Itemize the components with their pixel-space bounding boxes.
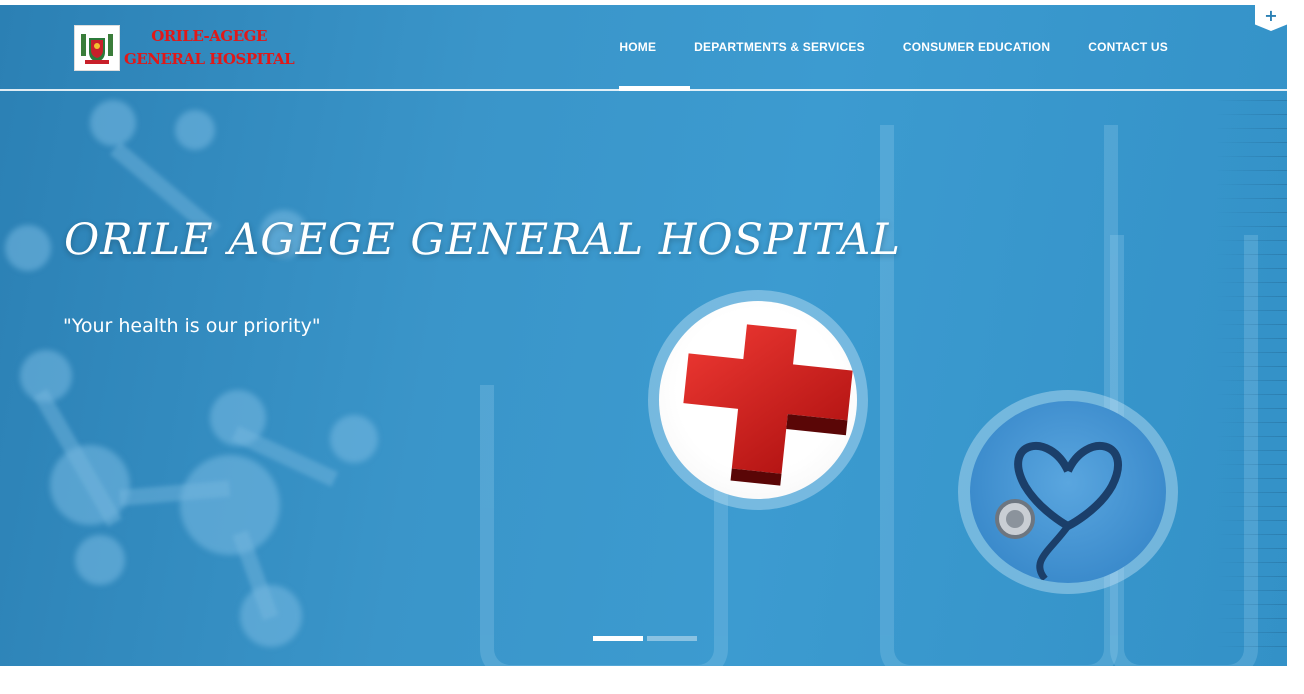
site-logo[interactable]: ORILE-AGEGE GENERAL HOSPITAL: [74, 25, 295, 71]
lagos-crest-icon: [74, 25, 120, 71]
red-cross-image: [648, 290, 868, 510]
stethoscope-icon: [970, 401, 1166, 583]
logo-line-1: ORILE-AGEGE: [151, 27, 267, 45]
slider-pagination: [593, 636, 697, 641]
molecule-decoration: [180, 455, 280, 555]
logo-line-2: GENERAL HOSPITAL: [124, 50, 295, 68]
nav-consumer-education[interactable]: CONSUMER EDUCATION: [884, 5, 1069, 89]
main-nav: HOME DEPARTMENTS & SERVICES CONSUMER EDU…: [600, 5, 1187, 91]
site-header: ORILE-AGEGE GENERAL HOSPITAL HOME DEPART…: [0, 5, 1287, 91]
molecule-decoration: [330, 415, 378, 463]
molecule-decoration: [75, 535, 125, 585]
plus-icon: +: [1264, 6, 1278, 25]
stethoscope-image: [958, 390, 1178, 594]
molecule-decoration: [175, 110, 215, 150]
expand-panel-button[interactable]: +: [1255, 5, 1287, 31]
hero-banner: ORILE-AGEGE GENERAL HOSPITAL HOME DEPART…: [0, 5, 1287, 666]
nav-contact-us[interactable]: CONTACT US: [1069, 5, 1187, 89]
molecule-decoration: [90, 100, 136, 146]
red-cross-icon: [659, 301, 857, 499]
molecule-decoration: [5, 225, 51, 271]
logo-text: ORILE-AGEGE GENERAL HOSPITAL: [124, 25, 295, 71]
nav-departments-services[interactable]: DEPARTMENTS & SERVICES: [675, 5, 884, 89]
hero-subtitle: "Your health is our priority": [63, 315, 321, 337]
nav-home[interactable]: HOME: [600, 5, 691, 91]
slider-dot-2[interactable]: [647, 636, 697, 641]
slider-dot-1[interactable]: [593, 636, 643, 641]
ruler-decoration: [1217, 100, 1287, 660]
hero-title: ORILE AGEGE GENERAL HOSPITAL: [64, 215, 901, 265]
